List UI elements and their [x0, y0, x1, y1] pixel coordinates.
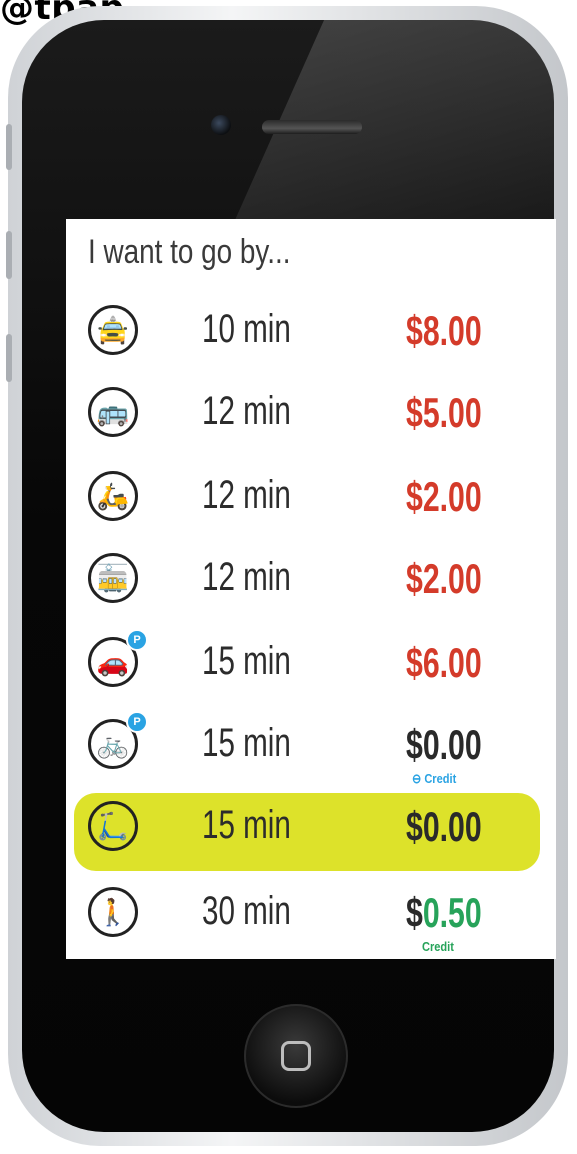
option-price: $2.00 [406, 473, 482, 520]
option-price: $8.00 [406, 307, 482, 354]
option-time: 15 min [202, 803, 291, 847]
option-time: 12 min [202, 389, 291, 433]
option-price: $2.00 [406, 555, 482, 602]
option-price: $6.00 [406, 639, 482, 686]
credit-label: ⊖ Credit [412, 771, 457, 786]
walking-icon: 🚶 [88, 887, 138, 937]
front-camera [211, 115, 231, 135]
option-time: 10 min [202, 307, 291, 351]
option-time: 12 min [202, 555, 291, 599]
home-button[interactable] [244, 1004, 348, 1108]
parking-badge-icon: P [126, 629, 148, 651]
option-time: 12 min [202, 473, 291, 517]
transport-option-tram[interactable]: 🚋 12 min $2.00 [74, 545, 540, 623]
credit-label: Credit [422, 939, 454, 954]
tram-icon: 🚋 [88, 553, 138, 603]
phone-frame: I want to go by... 🚖 10 min $8.00 🚌 12 m… [6, 6, 568, 1146]
option-time: 15 min [202, 721, 291, 765]
transport-option-walking[interactable]: 🚶 30 min $0.50 Credit [74, 879, 540, 957]
page-title: I want to go by... [88, 233, 291, 271]
transport-option-bus[interactable]: 🚌 12 min $5.00 [74, 379, 540, 457]
scooter-icon: 🛵 [88, 471, 138, 521]
option-price: $0.00 [406, 803, 482, 850]
option-time: 30 min [202, 889, 291, 933]
bus-icon: 🚌 [88, 387, 138, 437]
option-price: $5.00 [406, 389, 482, 436]
transport-option-taxi[interactable]: 🚖 10 min $8.00 [74, 297, 540, 375]
earpiece-speaker [262, 120, 362, 134]
mute-switch [6, 124, 12, 170]
home-square-icon [281, 1041, 311, 1071]
price-value: 0.50 [422, 889, 482, 936]
parking-badge-icon: P [126, 711, 148, 733]
option-price: $0.50 [406, 889, 482, 937]
option-price: $0.00 [406, 721, 482, 768]
volume-down-button [6, 334, 12, 382]
transport-option-scooter[interactable]: 🛵 12 min $2.00 [74, 463, 540, 541]
volume-up-button [6, 231, 12, 279]
transport-option-bicycle-parking[interactable]: 🚲 P 15 min $0.00 ⊖ Credit [74, 711, 540, 789]
transport-option-cargo-bike[interactable]: 🛴 15 min $0.00 [74, 793, 540, 871]
price-currency: $ [406, 889, 423, 936]
app-screen: I want to go by... 🚖 10 min $8.00 🚌 12 m… [66, 219, 556, 959]
option-time: 15 min [202, 639, 291, 683]
cargo-bike-icon: 🛴 [88, 801, 138, 851]
transport-option-car-parking[interactable]: 🚗 P 15 min $6.00 [74, 629, 540, 707]
taxi-icon: 🚖 [88, 305, 138, 355]
